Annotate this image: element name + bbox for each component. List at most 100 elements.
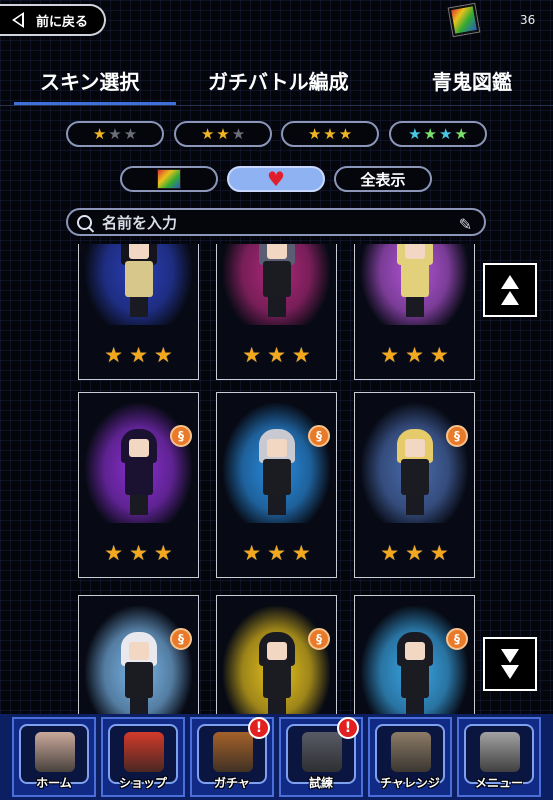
skin-card[interactable]: §★★★ <box>354 595 475 714</box>
star-icon: ★ <box>123 124 138 143</box>
star-icon: ★ <box>429 541 449 565</box>
scroll-down-button[interactable] <box>483 637 537 691</box>
skin-badge-icon: § <box>308 425 330 447</box>
nav-button-3[interactable]: 試練! <box>279 717 363 797</box>
alert-badge-icon: ! <box>337 717 359 739</box>
tab-aooni-encyclopedia[interactable]: 青鬼図鑑 <box>432 66 512 95</box>
skin-badge-icon: § <box>446 425 468 447</box>
star-icon: ★ <box>291 343 311 367</box>
star-icon: ★ <box>108 124 122 143</box>
nav-button-label: ガチャ <box>214 776 250 790</box>
star-icon: ★ <box>267 541 286 565</box>
filter-4-star[interactable]: ★ ★ ★ ★ <box>389 121 487 147</box>
filter-3-star[interactable]: ★ ★ ★ <box>281 121 379 147</box>
search-icon <box>77 214 92 230</box>
shop-icon <box>124 732 164 772</box>
skin-card[interactable]: §★★★ <box>354 392 475 578</box>
rarity-stars: ★ ★ ★ <box>355 345 474 366</box>
skin-character <box>119 429 159 515</box>
star-icon: ★ <box>338 124 353 143</box>
scroll-up-button[interactable] <box>483 263 537 317</box>
active-tab-indicator <box>14 102 176 105</box>
filter-1-star[interactable]: ★ ★ ★ <box>66 121 164 147</box>
nav-button-label: ホーム <box>36 776 72 790</box>
skin-character <box>119 244 159 317</box>
search-input[interactable]: 名前を入力 ✎ <box>66 208 486 236</box>
rarity-stars: ★ ★ ★ <box>79 345 198 366</box>
nav-button-4[interactable]: チャレンジ <box>368 717 452 797</box>
pencil-icon: ✎ <box>458 215 472 234</box>
tab-bar: スキン選択 ガチバトル編成 青鬼図鑑 <box>0 60 553 108</box>
rarity-stars: ★ ★ ★ <box>79 543 198 564</box>
star-icon: ★ <box>242 541 262 565</box>
ticket-icon <box>157 169 181 189</box>
star-icon: ★ <box>454 124 468 143</box>
tab-gachi-battle[interactable]: ガチバトル編成 <box>208 66 349 95</box>
star-icon: ★ <box>405 541 424 565</box>
star-icon: ★ <box>380 541 400 565</box>
nav-button-1[interactable]: ショップ <box>101 717 185 797</box>
treasure-chest-icon <box>213 732 253 772</box>
star-icon: ★ <box>200 124 215 143</box>
stone-seal-icon <box>391 732 431 772</box>
star-icon: ★ <box>380 343 400 367</box>
filter-owned-button[interactable] <box>120 166 218 192</box>
skin-card[interactable]: § ★★★ <box>78 392 199 578</box>
skin-card[interactable]: ★ ★ ★ <box>216 244 337 380</box>
filter-all-button[interactable]: 全表示 <box>334 166 432 192</box>
star-icon: ★ <box>307 124 322 143</box>
bottom-nav: ホーム ショップ ガチャ! 試練! チャレンジ メニュー <box>0 714 553 800</box>
star-icon: ★ <box>153 343 173 367</box>
star-icon: ★ <box>153 541 173 565</box>
skin-character <box>257 429 297 515</box>
skin-character <box>119 632 159 714</box>
star-icon: ★ <box>405 343 424 367</box>
nav-button-label: ショップ <box>118 776 167 790</box>
skin-card[interactable]: §★★★ <box>78 595 199 714</box>
back-button[interactable]: 前に戻る <box>0 4 106 36</box>
skin-character <box>395 244 435 317</box>
star-icon: ★ <box>129 541 148 565</box>
skin-card[interactable]: §★★★ <box>216 392 337 578</box>
skin-character <box>395 429 435 515</box>
rarity-stars: ★ ★ ★ <box>217 543 336 564</box>
heart-icon: ♥ <box>267 167 285 191</box>
arrow-down-icon <box>501 649 519 663</box>
document-icon <box>480 732 520 772</box>
arrow-down-icon <box>501 665 519 679</box>
rarity-stars: ★ ★ ★ <box>217 345 336 366</box>
star-icon: ★ <box>104 343 124 367</box>
nav-button-2[interactable]: ガチャ! <box>190 717 274 797</box>
skin-card[interactable]: §★★★ <box>216 595 337 714</box>
star-icon: ★ <box>323 124 337 143</box>
skin-badge-icon: § <box>170 628 192 650</box>
star-icon: ★ <box>423 124 437 143</box>
skin-card[interactable]: ★ ★ ★ <box>78 244 199 380</box>
filter-all-label: 全表示 <box>360 170 406 189</box>
home-avatar-icon <box>35 732 75 772</box>
star-icon: ★ <box>242 343 262 367</box>
back-arrow-icon <box>12 12 24 28</box>
filter-favorite-button[interactable]: ♥ <box>227 166 325 192</box>
nav-button-0[interactable]: ホーム <box>12 717 96 797</box>
filter-2-star[interactable]: ★ ★ ★ <box>174 121 272 147</box>
alert-badge-icon: ! <box>248 717 270 739</box>
skin-character <box>395 632 435 714</box>
skin-card[interactable]: ★ ★ ★ <box>354 244 475 380</box>
search-placeholder: 名前を入力 <box>102 213 178 232</box>
star-icon: ★ <box>439 124 453 143</box>
star-icon: ★ <box>267 343 286 367</box>
back-button-label: 前に戻る <box>36 14 89 30</box>
nav-button-5[interactable]: メニュー <box>457 717 541 797</box>
rarity-stars: ★ ★ ★ <box>355 543 474 564</box>
arrow-up-icon <box>501 291 519 305</box>
star-icon: ★ <box>291 541 311 565</box>
tower-icon <box>302 732 342 772</box>
nav-button-label: 試練 <box>308 776 333 790</box>
tab-skin-select[interactable]: スキン選択 <box>40 66 139 95</box>
star-icon: ★ <box>129 343 148 367</box>
star-icon: ★ <box>408 124 422 143</box>
skin-grid[interactable]: ★★★★★★★★★§★★★§★★★§★★★§★★★§★★★§★★★ <box>0 244 553 714</box>
skin-badge-icon: § <box>170 425 192 447</box>
item-count: 36 <box>520 13 536 27</box>
